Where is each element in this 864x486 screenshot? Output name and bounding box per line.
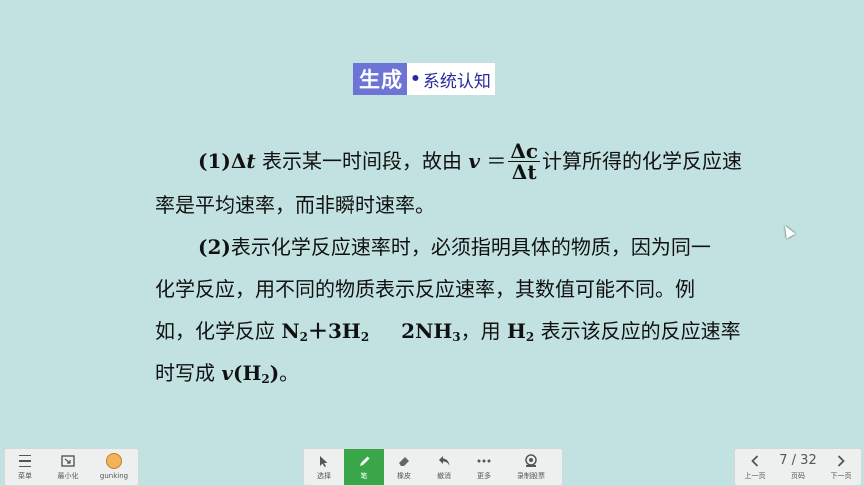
record-label: 录制股票	[517, 472, 545, 480]
page-number-label: 页码	[791, 472, 805, 480]
toolbar-left-group: 菜单 最小化 gunking	[4, 448, 139, 486]
p1-text-b: 计算所得的化学反应速	[542, 149, 743, 173]
toolbar-center-group: 选择 笔 橡皮 撤消 更多 录制股票	[303, 448, 563, 486]
menu-button[interactable]: 菜单	[5, 449, 45, 485]
n2-subscript: 2	[299, 330, 308, 344]
next-page-button[interactable]: 下一页	[821, 449, 861, 485]
paragraph-2-line-4: 时写成 v(H2)。	[155, 361, 299, 391]
p2-line4-subscript: 2	[261, 372, 270, 386]
prev-page-button[interactable]: 上一页	[735, 449, 775, 485]
h2b-subscript: 2	[525, 330, 535, 344]
paragraph-2-line-3: 如，化学反应 N2＋3H2 2NH3，用 H2 表示该反应的反应速率	[155, 319, 741, 349]
p2-line4-a: 时写成	[155, 361, 222, 385]
h2-subscript: 2	[360, 330, 370, 344]
select-label: 选择	[317, 472, 331, 480]
section-title-sub: 系统认知	[422, 71, 491, 92]
section-title-sub-box: • 系统认知	[407, 63, 495, 95]
user-label: gunking	[99, 472, 129, 480]
p2-line1-text: 表示化学反应速率时，必须指明具体的物质，因为同一	[230, 235, 711, 259]
p1-v: v	[468, 149, 480, 173]
p2-line3-c: 表示该反应的反应速率	[534, 319, 741, 343]
bottom-toolbar: 菜单 最小化 gunking 选择 笔 橡皮 撤消 更多 录制股票 上一页 7 …	[0, 445, 864, 486]
minimize-button[interactable]: 最小化	[45, 449, 91, 485]
p2-v: v	[221, 361, 233, 385]
eraser-tool-button[interactable]: 橡皮	[384, 449, 424, 485]
nh3-symbol: 2NH	[401, 319, 453, 343]
section-title-main: 生成	[353, 63, 407, 95]
p1-t: t	[246, 149, 256, 173]
paragraph-2-line-1: (2)表示化学反应速率时，必须指明具体的物质，因为同一	[198, 235, 711, 259]
fraction-numerator: Δc	[508, 139, 541, 163]
eraser-icon	[398, 453, 411, 469]
menu-icon	[19, 453, 31, 469]
toolbar-right-group: 上一页 7 / 32 页码 下一页	[734, 448, 862, 486]
p2-line3-a: 如，化学反应	[155, 319, 282, 343]
prev-page-label: 上一页	[744, 472, 766, 480]
rate-fraction: Δc Δt	[508, 139, 541, 184]
slide-canvas: 生成 • 系统认知 (1)Δt 表示某一时间段，故由 v ＝ Δc Δt 计算所得的化…	[0, 0, 864, 445]
paragraph-2-line-2: 化学反应，用不同的物质表示反应速率，其数值可能不同。例	[155, 277, 695, 301]
nh3-subscript: 3	[452, 330, 461, 344]
more-icon	[477, 453, 491, 469]
p2-line4-end: 。	[279, 361, 300, 385]
p1-text-a: 表示某一时间段，故由	[255, 149, 469, 173]
n2-symbol: N	[281, 319, 300, 343]
mouse-cursor-icon	[780, 223, 796, 239]
undo-button[interactable]: 撤消	[424, 449, 464, 485]
p1-eq: ＝	[479, 149, 507, 173]
avatar-icon	[106, 453, 122, 469]
p2-line4-c: )	[269, 361, 280, 385]
menu-label: 菜单	[18, 472, 32, 480]
plus-3h: ＋3H	[308, 319, 361, 343]
pen-tool-button[interactable]: 笔	[344, 449, 384, 485]
chevron-right-icon	[837, 453, 845, 469]
p1-delta: Δ	[230, 149, 247, 173]
next-page-label: 下一页	[830, 472, 852, 480]
paragraph-1-line-2: 率是平均速率，而非瞬时速率。	[155, 193, 435, 217]
chevron-left-icon	[751, 453, 759, 469]
undo-icon	[438, 453, 451, 469]
pen-icon	[358, 453, 371, 469]
paragraph-1-line-1: (1)Δt 表示某一时间段，故由 v ＝ Δc Δt 计算所得的化学反应速	[198, 139, 743, 184]
user-button[interactable]: gunking	[91, 449, 137, 485]
cursor-icon	[319, 453, 329, 469]
p2-line3-b: ，用	[460, 319, 507, 343]
p1-label: (1)	[198, 149, 231, 173]
undo-label: 撤消	[437, 472, 451, 480]
more-button[interactable]: 更多	[464, 449, 504, 485]
record-icon	[523, 453, 539, 469]
select-tool-button[interactable]: 选择	[304, 449, 344, 485]
page-indicator: 7 / 32	[779, 453, 817, 468]
more-label: 更多	[477, 472, 491, 480]
page-number-button[interactable]: 7 / 32 页码	[775, 449, 821, 485]
p2-line4-b: (H	[232, 361, 262, 385]
minimize-label: 最小化	[57, 472, 79, 480]
minimize-icon	[61, 453, 75, 469]
fraction-denominator: Δt	[511, 160, 537, 184]
eraser-label: 橡皮	[397, 472, 411, 480]
section-title-badge: 生成 • 系统认知	[353, 63, 495, 95]
p2-label: (2)	[198, 235, 231, 259]
h2-symbol: H	[506, 319, 526, 343]
pen-label: 笔	[360, 472, 368, 480]
title-dot: •	[410, 69, 421, 89]
record-button[interactable]: 录制股票	[504, 449, 558, 485]
